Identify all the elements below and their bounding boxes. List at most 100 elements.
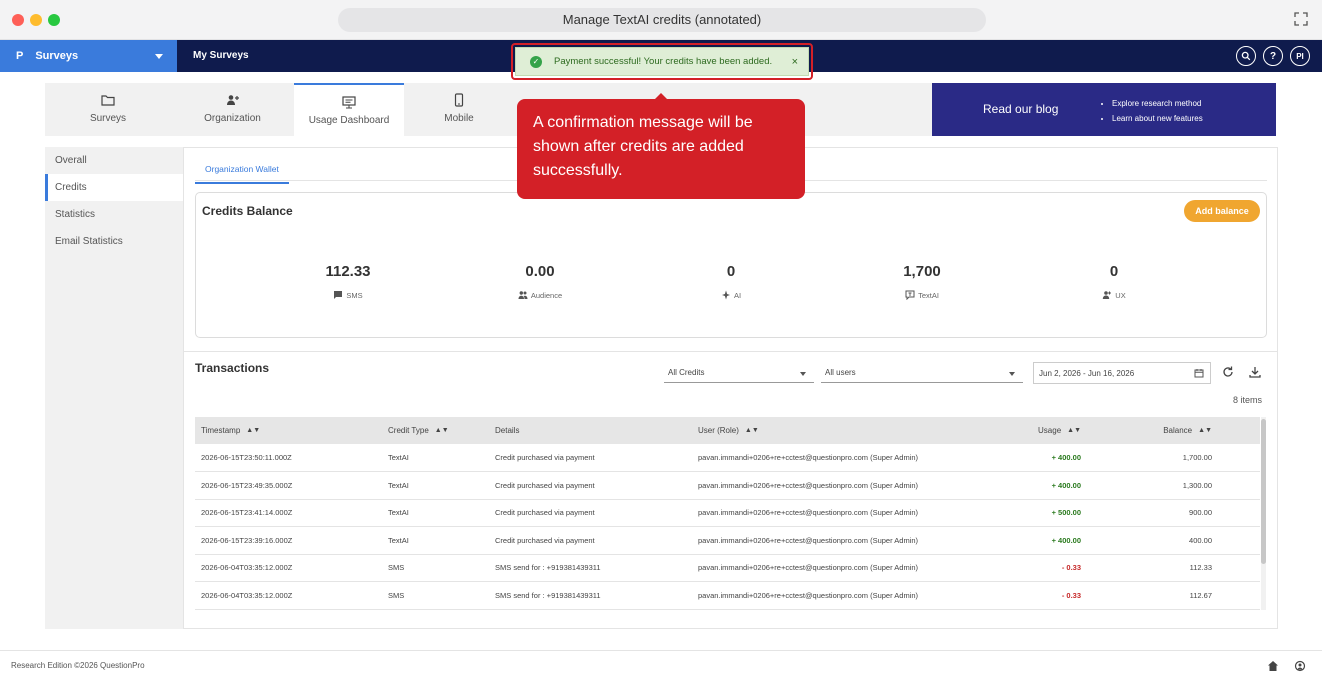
my-surveys-link[interactable]: My Surveys xyxy=(193,50,249,61)
column-header-timestamp[interactable]: Timestamp ▲▼ xyxy=(195,417,382,444)
metric-value: 0 xyxy=(726,263,736,280)
column-label: User (Role) xyxy=(698,426,739,435)
search-button[interactable] xyxy=(1236,46,1256,66)
cell-usage: + 400.00 xyxy=(992,471,1087,500)
product-switcher[interactable]: P Surveys xyxy=(0,40,177,72)
fullscreen-icon[interactable] xyxy=(1294,12,1308,26)
user-filter-value: All users xyxy=(825,368,856,377)
minimize-window-button[interactable] xyxy=(30,14,42,26)
download-icon[interactable] xyxy=(1248,365,1262,379)
items-count: 8 items xyxy=(1232,395,1262,405)
date-range-picker[interactable]: Jun 2, 2026 - Jun 16, 2026 xyxy=(1033,362,1211,384)
metric-label-row: SMS xyxy=(288,290,408,300)
add-user-icon xyxy=(226,95,239,105)
tab-surveys[interactable]: Surveys xyxy=(45,83,171,136)
metric-audience: 0.00 Audience xyxy=(480,263,600,300)
metric-value: 0.00 xyxy=(525,263,555,280)
cell-credit-type: SMS xyxy=(382,581,489,610)
support-icon[interactable] xyxy=(1294,660,1306,672)
cell-details: Credit purchased via payment xyxy=(489,471,692,500)
cell-balance: 1,700.00 xyxy=(1087,444,1260,472)
cell-user: pavan.immandi+0206+re+cctest@questionpro… xyxy=(692,581,992,610)
blog-title: Read our blog xyxy=(983,102,1059,116)
sort-icon[interactable]: ▲▼ xyxy=(435,427,449,434)
metric-label-row: UX xyxy=(1054,290,1174,300)
cell-usage: + 400.00 xyxy=(992,526,1087,555)
cell-timestamp: 2026-06-04T03:35:12.000Z xyxy=(195,581,382,610)
credit-type-select[interactable]: All Credits xyxy=(664,362,814,383)
sparkle-icon xyxy=(721,290,730,300)
tab-label: Surveys xyxy=(89,113,127,124)
sort-icon[interactable]: ▲▼ xyxy=(1067,427,1081,434)
chevron-down-icon xyxy=(800,372,806,376)
cell-timestamp: 2026-06-04T03:35:12.000Z xyxy=(195,554,382,582)
column-label: Timestamp xyxy=(201,426,241,435)
cell-timestamp: 2026-06-15T23:39:16.000Z xyxy=(195,526,382,555)
column-header-usage[interactable]: Usage ▲▼ xyxy=(992,417,1087,444)
cell-details: Credit purchased via payment xyxy=(489,499,692,527)
cell-balance: 1,300.00 xyxy=(1087,471,1260,500)
transactions-title: Transactions xyxy=(195,361,270,375)
payment-success-toast: ✓ Payment successful! Your credits have … xyxy=(511,43,813,80)
check-circle-icon: ✓ xyxy=(530,55,542,68)
window-title: Manage TextAI credits (annotated) xyxy=(338,8,986,32)
profile-avatar[interactable]: PI xyxy=(1290,46,1310,66)
transactions-table: Timestamp ▲▼ Credit Type ▲▼ Details User (… xyxy=(195,417,1266,610)
tab-organization[interactable]: Organization xyxy=(171,83,294,136)
cell-details: SMS send for : +919381439311 xyxy=(489,554,692,582)
column-header-user[interactable]: User (Role) ▲▼ xyxy=(692,417,992,444)
maximize-window-button[interactable] xyxy=(48,14,60,26)
home-icon[interactable] xyxy=(1267,660,1279,672)
annotation-callout: A confirmation message will be shown aft… xyxy=(517,99,805,199)
message-icon xyxy=(334,291,343,299)
blog-item[interactable]: Explore research method xyxy=(1112,96,1203,111)
user-select[interactable]: All users xyxy=(821,362,1023,383)
cell-user: pavan.immandi+0206+re+cctest@questionpro… xyxy=(692,554,992,582)
cell-usage: - 0.33 xyxy=(992,581,1087,610)
page-footer: Research Edition ©2026 QuestionPro xyxy=(0,650,1322,679)
tab-usage-dashboard[interactable]: Usage Dashboard xyxy=(294,83,404,136)
product-logo: P xyxy=(16,50,24,62)
cell-details: Credit purchased via payment xyxy=(489,444,692,472)
column-label: Credit Type xyxy=(388,426,429,435)
credit-type-value: All Credits xyxy=(668,368,705,377)
cell-credit-type: TextAI xyxy=(382,471,489,500)
close-window-button[interactable] xyxy=(12,14,24,26)
tab-mobile[interactable]: Mobile xyxy=(404,83,514,136)
metric-value: 112.33 xyxy=(325,263,371,280)
cell-timestamp: 2026-06-15T23:49:35.000Z xyxy=(195,471,382,500)
sidebar-item-email-statistics[interactable]: Email Statistics xyxy=(45,228,183,255)
metric-ux: 0 UX xyxy=(1054,263,1174,300)
sidebar-item-statistics[interactable]: Statistics xyxy=(45,201,183,228)
sort-icon[interactable]: ▲▼ xyxy=(745,427,759,434)
metric-label: SMS xyxy=(346,290,363,300)
window-titlebar: Manage TextAI credits (annotated) xyxy=(0,0,1322,40)
column-header-balance[interactable]: Balance ▲▼ xyxy=(1087,417,1260,444)
table-row: 2026-06-04T03:35:12.000Z SMS SMS send for … xyxy=(195,581,1260,610)
sort-icon[interactable]: ▲▼ xyxy=(1198,427,1212,434)
table-row: 2026-06-15T23:41:14.000Z TextAI Credit pur… xyxy=(195,499,1260,527)
help-button[interactable]: ? xyxy=(1263,46,1283,66)
metric-label: AI xyxy=(733,290,742,300)
sidebar-item-credits[interactable]: Credits xyxy=(45,174,183,201)
tab-label: Usage Dashboard xyxy=(308,115,390,126)
toast-close-button[interactable]: × xyxy=(792,56,798,68)
add-balance-button[interactable]: Add balance xyxy=(1184,200,1260,222)
sort-icon[interactable]: ▲▼ xyxy=(246,427,260,434)
table-scrollbar[interactable] xyxy=(1261,417,1266,610)
table-row: 2026-06-15T23:49:35.000Z TextAI Credit pur… xyxy=(195,471,1260,500)
column-header-credit-type[interactable]: Credit Type ▲▼ xyxy=(382,417,489,444)
blog-banner[interactable]: Read our blog Explore research method Le… xyxy=(932,83,1276,136)
table-header-row: Timestamp ▲▼ Credit Type ▲▼ Details User (… xyxy=(195,417,1260,444)
monitor-icon xyxy=(342,96,356,109)
cell-credit-type: TextAI xyxy=(382,499,489,527)
scrollbar-thumb[interactable] xyxy=(1261,419,1266,564)
metric-value: 1,700 xyxy=(903,263,941,280)
refresh-icon[interactable] xyxy=(1221,365,1235,379)
toast-body: ✓ Payment successful! Your credits have … xyxy=(515,47,809,76)
cell-balance: 112.67 xyxy=(1087,581,1260,610)
blog-item[interactable]: Learn about new features xyxy=(1112,111,1203,126)
metric-label-row: AI xyxy=(671,290,791,300)
column-label: Balance xyxy=(1163,426,1193,435)
sidebar-item-overall[interactable]: Overall xyxy=(45,147,183,174)
